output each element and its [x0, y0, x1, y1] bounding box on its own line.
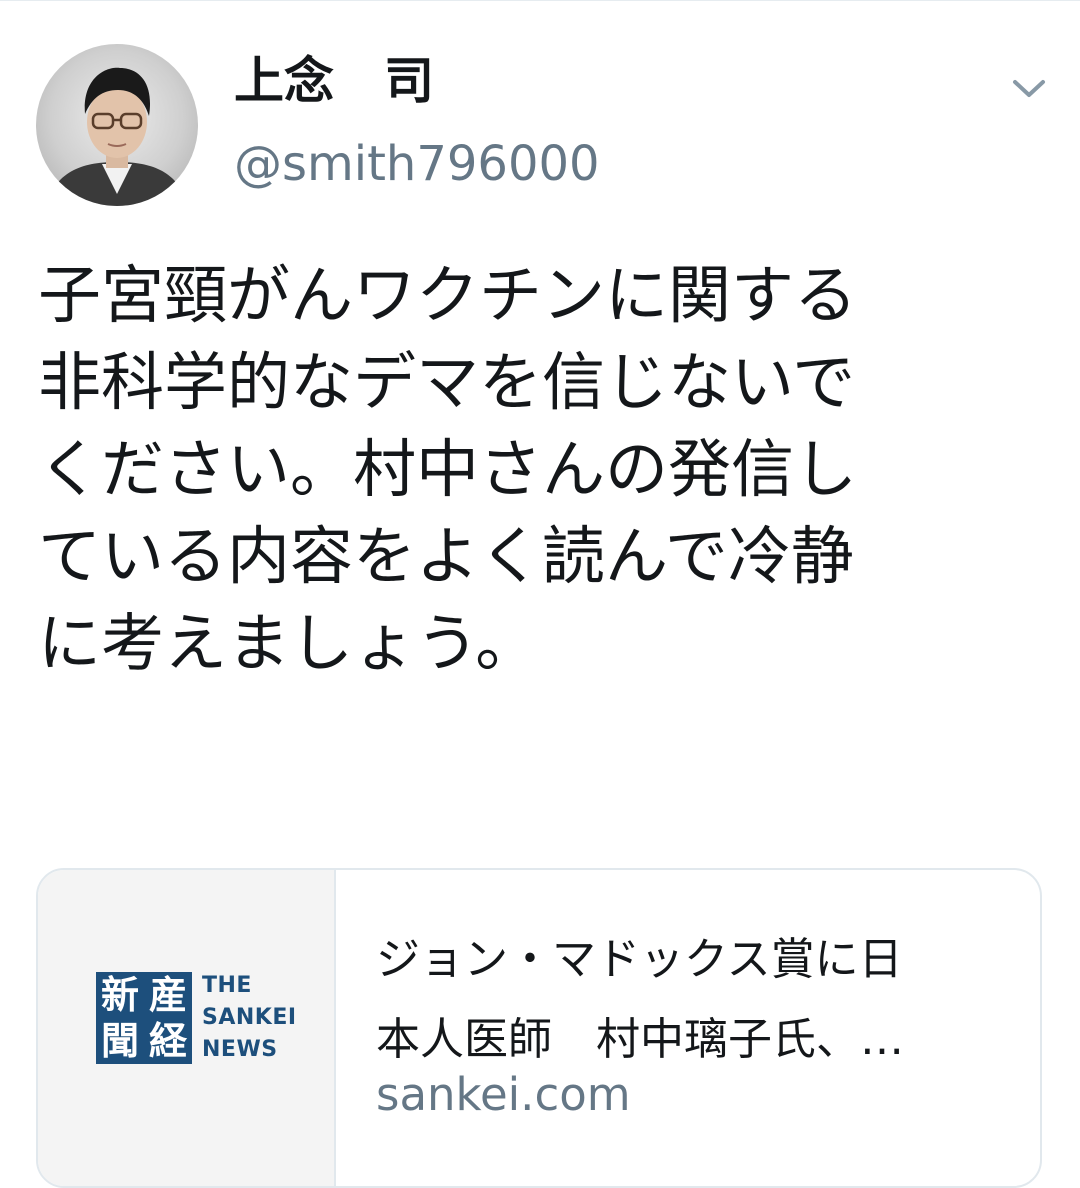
tweet-text-line: 子宮頸がんワクチンに関する	[38, 259, 857, 332]
logo-kanji-block: 新 産 聞 経	[96, 972, 192, 1064]
tweet-text-line: ください。村中さんの発信し	[38, 433, 857, 506]
logo-kanji: 聞	[100, 1018, 139, 1063]
author-handle[interactable]: @smith796000	[234, 140, 600, 188]
link-preview-card[interactable]: 新 産 聞 経 THE SANKEI NEWS ジョン・マドックス賞に日 本人医…	[36, 868, 1042, 1188]
card-domain: sankei.com	[376, 1068, 631, 1121]
card-thumbnail: 新 産 聞 経 THE SANKEI NEWS	[38, 870, 336, 1186]
card-title[interactable]: ジョン・マドックス賞に日 本人医師 村中璃子氏、…	[376, 920, 1006, 1080]
top-divider	[0, 0, 1080, 1]
author-avatar[interactable]	[36, 44, 198, 206]
sankei-news-logo: 新 産 聞 経 THE SANKEI NEWS	[96, 972, 296, 1064]
tweet-text-line: ている内容をよく読んで冷静	[38, 520, 854, 593]
logo-text-line: SANKEI	[202, 1005, 297, 1030]
card-title-line: ジョン・マドックス賞に日	[376, 934, 903, 985]
tweet-text-line: 非科学的なデマを信じないで	[38, 346, 856, 419]
author-display-name[interactable]: 上念 司	[234, 56, 434, 106]
chevron-down-icon[interactable]	[1006, 70, 1052, 106]
logo-text-line: THE	[202, 973, 252, 998]
avatar-photo-icon	[46, 67, 188, 206]
logo-text-line: NEWS	[202, 1037, 278, 1062]
logo-wordmark: THE SANKEI NEWS	[202, 970, 297, 1066]
tweet-text: 子宮頸がんワクチンに関する 非科学的なデマを信じないで ください。村中さんの発信…	[38, 252, 1048, 687]
logo-kanji: 産	[148, 972, 187, 1017]
logo-kanji: 経	[148, 1018, 187, 1063]
tweet-text-line: に考えましょう。	[38, 607, 539, 680]
logo-kanji: 新	[100, 972, 139, 1017]
